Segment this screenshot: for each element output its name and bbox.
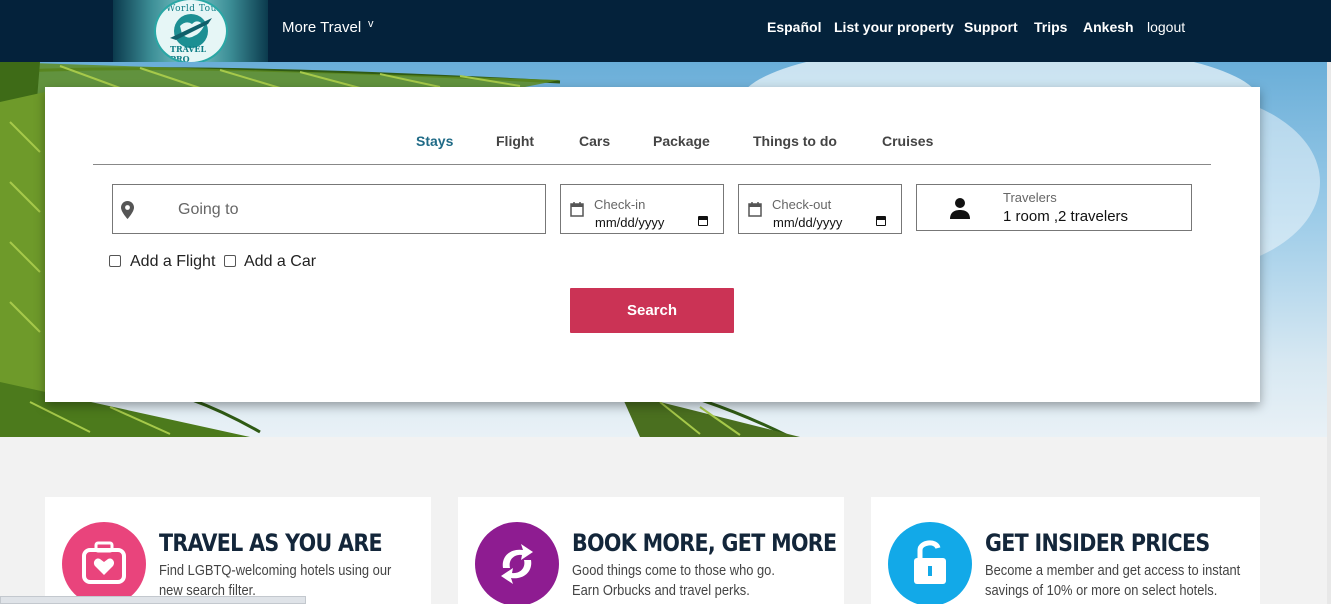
travelers-label: Travelers <box>1003 190 1057 205</box>
calendar-icon <box>570 202 584 217</box>
checkout-date-value[interactable]: mm/dd/yyyy <box>773 215 842 230</box>
tab-divider <box>93 164 1211 165</box>
checkin-picker-icon[interactable] <box>698 216 708 226</box>
promo-line-2: savings of 10% or more on select hotels. <box>985 582 1218 599</box>
page-scrollbar[interactable] <box>1327 62 1331 604</box>
promo-title: GET INSIDER PRICES <box>985 529 1210 557</box>
add-car-label[interactable]: Add a Car <box>244 253 316 271</box>
promo-card-book-more[interactable]: BOOK MORE, GET MORE Good things come to … <box>458 497 844 604</box>
promo-title: TRAVEL AS YOU ARE <box>159 529 383 557</box>
checkout-field[interactable]: Check-out mm/dd/yyyy <box>738 184 902 234</box>
logo-text-bottom: TRAVEL PRO <box>170 44 207 64</box>
tab-package[interactable]: Package <box>653 133 710 149</box>
nav-language[interactable]: Español <box>767 19 821 35</box>
tab-stays[interactable]: Stays <box>416 133 453 149</box>
checkin-label: Check-in <box>594 197 646 212</box>
destination-placeholder: Going to <box>178 201 239 218</box>
suitcase-heart-icon <box>62 522 146 604</box>
add-car-checkbox[interactable] <box>224 255 236 267</box>
promo-description: Find LGBTQ-welcoming hotels using our ne… <box>159 561 391 601</box>
add-flight-checkbox[interactable] <box>109 255 121 267</box>
promo-description: Become a member and get access to instan… <box>985 561 1240 601</box>
promo-title: BOOK MORE, GET MORE <box>572 529 837 557</box>
tab-cars[interactable]: Cars <box>579 133 610 149</box>
travelers-value: 1 room ,2 travelers <box>1003 208 1129 225</box>
top-navigation-bar: World Tour TRAVEL PRO More Travel v Espa… <box>0 0 1331 64</box>
tab-flight[interactable]: Flight <box>496 133 534 149</box>
promo-line-1: Become a member and get access to instan… <box>985 562 1241 579</box>
nav-list-property[interactable]: List your property <box>834 19 954 35</box>
nav-logout[interactable]: logout <box>1147 19 1185 35</box>
checkin-date-value[interactable]: mm/dd/yyyy <box>595 215 664 230</box>
refresh-arrows-icon <box>475 522 559 604</box>
promo-card-insider-prices[interactable]: GET INSIDER PRICES Become a member and g… <box>871 497 1260 604</box>
add-flight-label[interactable]: Add a Flight <box>130 253 215 271</box>
promo-description: Good things come to those who go. Earn O… <box>572 561 775 601</box>
nav-trips[interactable]: Trips <box>1034 19 1067 35</box>
unlock-icon <box>888 522 972 604</box>
person-icon <box>950 198 970 219</box>
site-logo[interactable]: World Tour TRAVEL PRO <box>154 0 228 64</box>
search-button[interactable]: Search <box>570 288 734 333</box>
tab-things-to-do[interactable]: Things to do <box>753 133 837 149</box>
promo-line-1: Good things come to those who go. <box>572 562 775 579</box>
tab-cruises[interactable]: Cruises <box>882 133 933 149</box>
nav-user-account[interactable]: Ankesh <box>1083 19 1134 35</box>
promo-line-1: Find LGBTQ-welcoming hotels using our <box>159 562 392 579</box>
more-travel-label: More Travel <box>282 19 362 36</box>
travelers-selector[interactable]: Travelers 1 room ,2 travelers <box>916 184 1192 231</box>
destination-input[interactable]: Going to <box>112 184 546 234</box>
nav-support[interactable]: Support <box>964 19 1018 35</box>
browser-status-bar <box>0 596 306 604</box>
chevron-down-icon: v <box>368 18 374 30</box>
promo-line-2: Earn Orbucks and travel perks. <box>572 582 750 599</box>
map-pin-icon <box>121 201 134 219</box>
search-card: Stays Flight Cars Package Things to do C… <box>45 87 1260 402</box>
checkin-field[interactable]: Check-in mm/dd/yyyy <box>560 184 724 234</box>
calendar-icon <box>748 202 762 217</box>
more-travel-menu[interactable]: More Travel v <box>282 18 374 36</box>
logo-area[interactable]: World Tour TRAVEL PRO <box>113 0 268 64</box>
promo-card-travel-as-you-are[interactable]: TRAVEL AS YOU ARE Find LGBTQ-welcoming h… <box>45 497 431 604</box>
checkout-picker-icon[interactable] <box>876 216 886 226</box>
logo-text-top: World Tour <box>166 4 222 14</box>
checkout-label: Check-out <box>772 197 832 212</box>
